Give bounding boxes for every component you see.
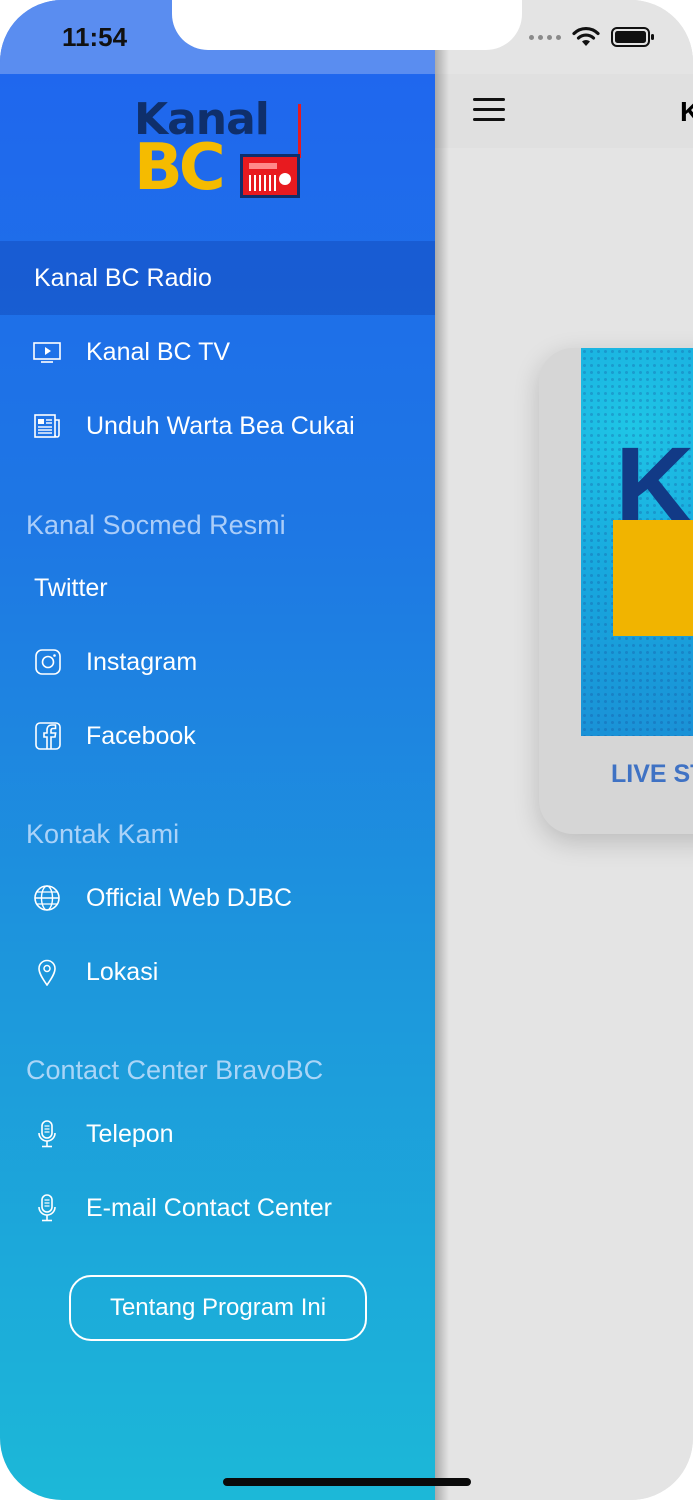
menu-item-label: Kanal BC Radio: [34, 263, 212, 292]
cellular-signal-icon: [529, 34, 561, 40]
menu-item-label: Twitter: [34, 573, 108, 602]
main-content: K K LIVE ST: [435, 0, 693, 1500]
menu-item-lokasi[interactable]: Lokasi: [0, 935, 435, 1009]
logo-text-bc: BC: [134, 131, 226, 205]
menu-item-label: Lokasi: [86, 957, 159, 986]
hamburger-menu-icon[interactable]: [473, 98, 505, 124]
microphone-icon: [38, 1194, 56, 1222]
status-icons: [529, 26, 655, 48]
status-time: 11:54: [62, 22, 128, 52]
main-navbar: K: [435, 74, 693, 148]
section-header-contact-center: Contact Center BravoBC: [26, 1055, 324, 1085]
card-logo-block: [613, 520, 693, 636]
menu-item-telepon[interactable]: Telepon: [0, 1097, 435, 1171]
menu-item-label: Instagram: [86, 647, 198, 676]
phone-screen: K K LIVE ST Kanal BC Kanal BC Radio: [0, 0, 693, 1500]
section-header-kontak: Kontak Kami: [26, 819, 180, 849]
menu-item-instagram[interactable]: Instagram: [0, 625, 435, 699]
menu-item-kanal-bc-radio[interactable]: Kanal BC Radio: [0, 241, 435, 315]
kanal-bc-logo: Kanal BC: [134, 94, 304, 205]
menu-item-label: Unduh Warta Bea Cukai: [86, 411, 355, 440]
live-stream-caption: LIVE ST: [611, 760, 693, 788]
menu-item-email-contact-center[interactable]: E-mail Contact Center: [0, 1171, 435, 1245]
menu-item-kanal-bc-tv[interactable]: Kanal BC TV: [0, 315, 435, 389]
menu-item-label: Kanal BC TV: [86, 337, 231, 366]
menu-item-facebook[interactable]: Facebook: [0, 699, 435, 773]
live-stream-card[interactable]: K LIVE ST: [539, 348, 693, 834]
side-drawer: Kanal BC Kanal BC Radio Kanal BC TV Undu…: [0, 0, 435, 1500]
device-notch: [172, 0, 522, 50]
menu-item-label: Official Web DJBC: [86, 883, 293, 912]
about-program-button[interactable]: Tentang Program Ini: [69, 1275, 367, 1341]
menu-item-label: E-mail Contact Center: [86, 1193, 332, 1222]
main-nav-title: K: [680, 96, 693, 127]
tv-icon: [33, 342, 61, 363]
drawer-shadow: [435, 0, 449, 1500]
battery-icon: [611, 27, 654, 47]
facebook-icon: [35, 722, 61, 750]
location-pin-icon: [38, 959, 56, 986]
menu-item-label: Telepon: [86, 1119, 174, 1148]
menu-item-twitter[interactable]: Twitter: [0, 551, 435, 625]
logo-antenna: [298, 104, 301, 158]
home-indicator[interactable]: [223, 1478, 471, 1486]
menu-item-label: Facebook: [86, 721, 196, 750]
newspaper-icon: [34, 414, 60, 438]
menu-item-official-web[interactable]: Official Web DJBC: [0, 861, 435, 935]
wifi-icon: [572, 26, 600, 46]
globe-icon: [34, 885, 60, 911]
instagram-icon: [35, 649, 61, 675]
section-header-socmed: Kanal Socmed Resmi: [26, 510, 286, 540]
microphone-icon: [38, 1120, 56, 1148]
radio-icon: [240, 154, 300, 198]
live-stream-image: K: [581, 348, 693, 736]
menu-item-unduh-warta[interactable]: Unduh Warta Bea Cukai: [0, 389, 435, 463]
